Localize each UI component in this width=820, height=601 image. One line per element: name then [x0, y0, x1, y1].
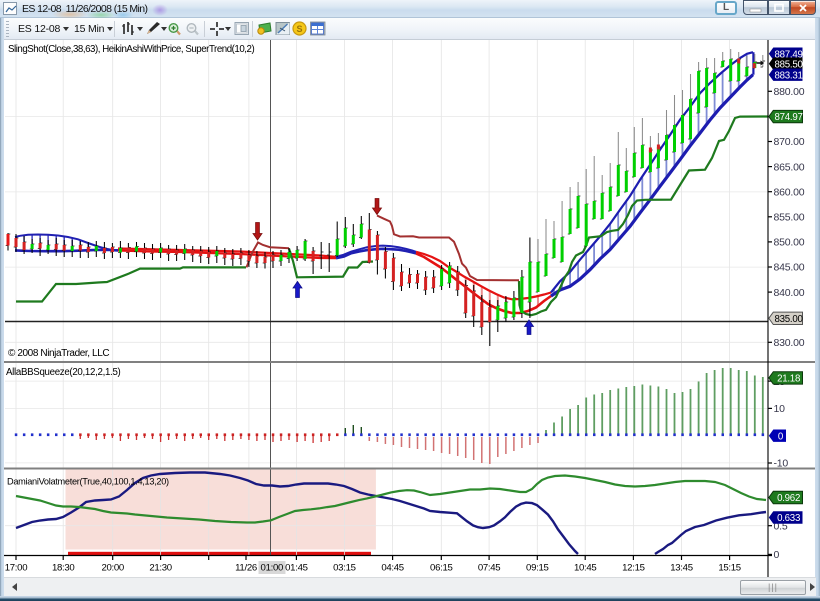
svg-text:0.633: 0.633: [777, 513, 800, 524]
svg-text:SlingShot(Close,38,63), Heikin: SlingShot(Close,38,63), HeikinAshiWithPr…: [8, 44, 254, 55]
svg-text:04:45: 04:45: [381, 563, 404, 574]
svg-text:850.00: 850.00: [774, 237, 805, 249]
svg-text:865.00: 865.00: [774, 161, 805, 173]
svg-text:AllaBBSqueeze(20,12,2,1.5): AllaBBSqueeze(20,12,2,1.5): [6, 367, 121, 378]
svg-text:07:45: 07:45: [478, 563, 501, 574]
svg-text:840.00: 840.00: [774, 287, 805, 299]
svg-text:-10: -10: [774, 458, 789, 470]
svg-text:21:30: 21:30: [149, 563, 172, 574]
svg-text:880.00: 880.00: [774, 86, 805, 98]
svg-text:09:15: 09:15: [526, 563, 549, 574]
svg-text:870.00: 870.00: [774, 136, 805, 148]
svg-text:20:00: 20:00: [101, 563, 124, 574]
svg-text:06:15: 06:15: [430, 563, 453, 574]
svg-text:10: 10: [774, 403, 786, 415]
svg-text:15:15: 15:15: [718, 563, 741, 574]
svg-text:874.97: 874.97: [775, 112, 803, 123]
svg-text:830.00: 830.00: [774, 337, 805, 349]
svg-text:01:00: 01:00: [261, 563, 284, 574]
svg-text:01:45: 01:45: [285, 563, 308, 574]
svg-text:11/26: 11/26: [235, 563, 257, 574]
svg-text:0: 0: [778, 431, 784, 442]
svg-text:S: S: [296, 24, 302, 34]
svg-text:21.18: 21.18: [777, 374, 800, 385]
svg-text:883.31: 883.31: [775, 70, 803, 81]
svg-text:855.00: 855.00: [774, 212, 805, 224]
svg-text:18:30: 18:30: [52, 563, 75, 574]
svg-text:10:45: 10:45: [574, 563, 597, 574]
svg-text:13:45: 13:45: [670, 563, 693, 574]
svg-text:0.962: 0.962: [777, 493, 800, 504]
svg-text:860.00: 860.00: [774, 186, 805, 198]
svg-text:845.00: 845.00: [774, 262, 805, 274]
svg-text:© 2008 NinjaTrader, LLC: © 2008 NinjaTrader, LLC: [8, 348, 109, 359]
svg-text:03:15: 03:15: [333, 563, 356, 574]
svg-text:0: 0: [774, 549, 780, 561]
svg-text:17:00: 17:00: [5, 563, 28, 574]
svg-text:DamianiVolatmeter(True,40,100,: DamianiVolatmeter(True,40,100,1.4,13,20): [7, 477, 169, 487]
svg-text:12:15: 12:15: [622, 563, 645, 574]
svg-text:835.00: 835.00: [775, 314, 804, 325]
